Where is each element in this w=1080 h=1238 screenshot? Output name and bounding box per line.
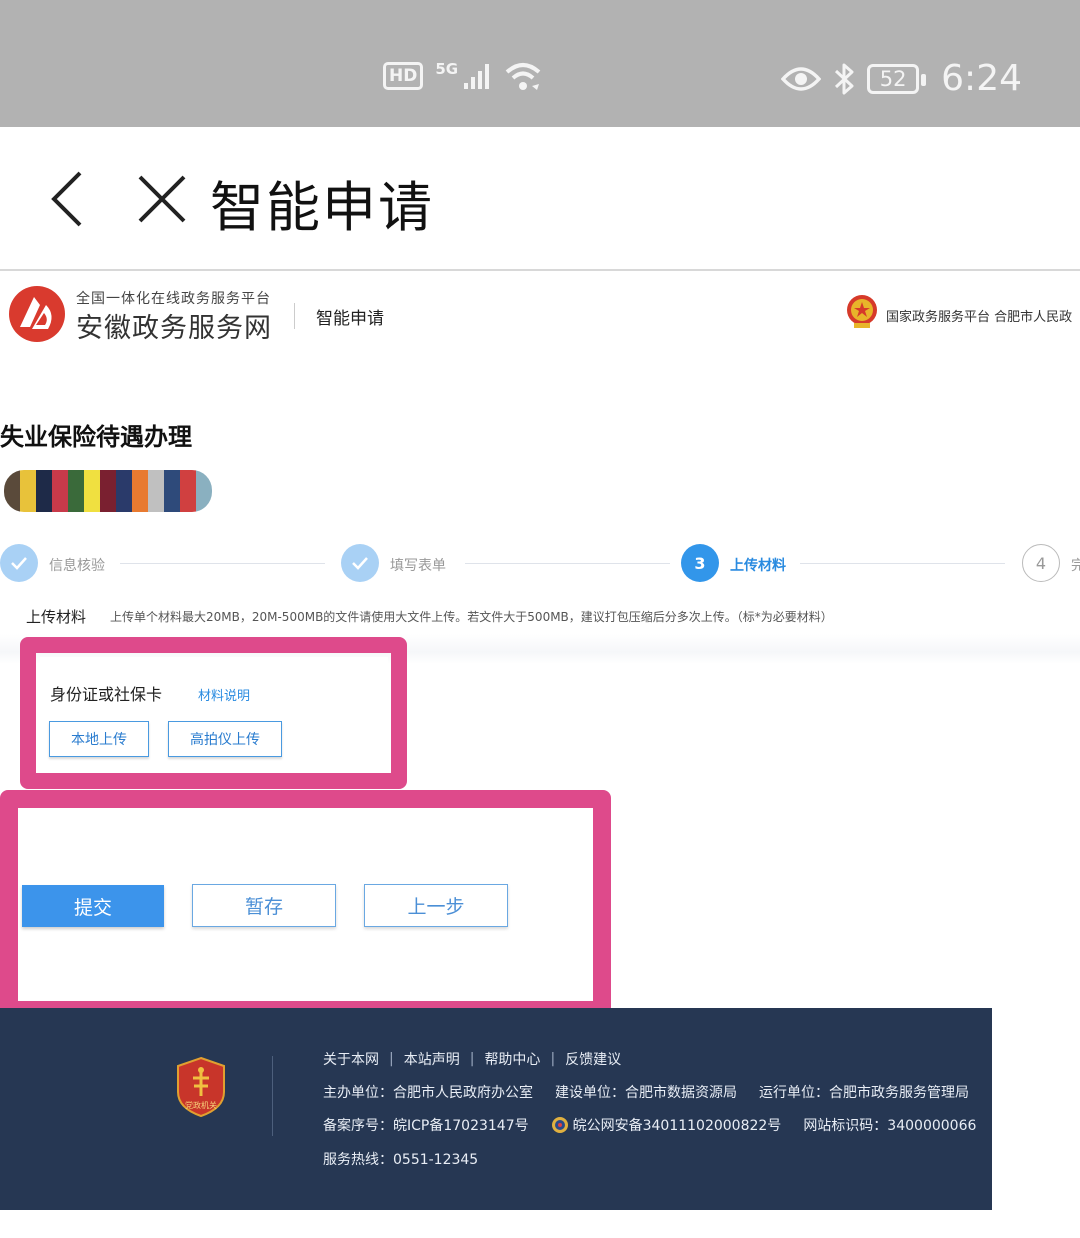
local-upload-button[interactable]: 本地上传: [49, 721, 149, 757]
step-connector: [465, 563, 670, 564]
redaction-block: [4, 470, 20, 512]
footer-host: 主办单位：合肥市人民政府办公室: [323, 1085, 533, 1101]
step-3-number: 3: [681, 544, 719, 582]
back-icon[interactable]: [44, 167, 88, 231]
footer-link-help[interactable]: 帮助中心: [484, 1049, 540, 1069]
eye-icon: [781, 66, 822, 91]
footer-hotline-row: 服务热线：0551-12345: [323, 1149, 478, 1169]
footer-separator: |: [550, 1051, 556, 1067]
logo-subtitle: 全国一体化在线政务服务平台: [76, 291, 271, 307]
material-name: 身份证或社保卡: [50, 685, 163, 704]
redaction-block: [148, 470, 164, 512]
step-2-label: 填写表单: [390, 558, 446, 574]
bluetooth-icon: [835, 63, 854, 94]
header-divider: [294, 303, 295, 329]
footer-link-feedback[interactable]: 反馈建议: [565, 1049, 621, 1069]
status-left: HD 5G: [383, 60, 542, 92]
redaction-block: [196, 470, 212, 512]
footer-links: 关于本网 | 本站声明 | 帮助中心 | 反馈建议: [323, 1049, 621, 1069]
upload-hint: 上传单个材料最大20MB，20M-500MB的文件请使用大文件上传。若文件大于5…: [110, 610, 833, 624]
national-emblem-icon: [847, 295, 877, 328]
redaction-block: [132, 470, 148, 512]
footer-builder: 建设单位：合肥市数据资源局: [555, 1085, 737, 1101]
app-nav-bar: 智能申请: [0, 127, 1080, 271]
footer-hotline: 服务热线：0551-12345: [323, 1152, 479, 1168]
status-bar: HD 5G 52 6:24: [0, 0, 1080, 127]
footer-divider: [272, 1056, 273, 1136]
scanner-upload-button[interactable]: 高拍仪上传: [168, 721, 282, 757]
save-draft-button[interactable]: 暂存: [192, 884, 336, 927]
step-2-check-icon: [341, 544, 379, 582]
redaction-block: [180, 470, 196, 512]
redaction-block: [164, 470, 180, 512]
wifi-icon: [505, 63, 541, 90]
hd-icon: HD: [383, 62, 424, 90]
submit-button[interactable]: 提交: [22, 885, 164, 927]
footer-link-about[interactable]: 关于本网: [323, 1049, 379, 1069]
footer-separator: |: [389, 1051, 394, 1067]
footer-site-code: 网站标识码：3400000066: [803, 1118, 977, 1134]
redaction-block: [100, 470, 116, 512]
national-platform-link[interactable]: 国家政务服务平台 合肥市人民政: [886, 306, 1080, 325]
previous-step-button[interactable]: 上一步: [364, 884, 508, 927]
redaction-block: [20, 470, 36, 512]
footer-link-statement[interactable]: 本站声明: [404, 1049, 460, 1069]
site-footer: 党政机关 关于本网 | 本站声明 | 帮助中心 | 反馈建议 主办单位：合肥市人…: [0, 1008, 992, 1210]
material-card: 身份证或社保卡 材料说明 本地上传 高拍仪上传: [40, 657, 388, 771]
footer-operator: 运行单位：合肥市政务服务管理局: [759, 1085, 969, 1101]
footer-police-record[interactable]: 皖公网安备34011102000822号: [573, 1115, 782, 1135]
material-description-link[interactable]: 材料说明: [198, 685, 250, 704]
redaction-block: [36, 470, 52, 512]
step-1-check-icon: [0, 544, 38, 582]
step-connector: [120, 563, 325, 564]
anhui-logo-icon[interactable]: [8, 285, 66, 343]
party-government-badge-icon[interactable]: 党政机关: [174, 1056, 228, 1118]
status-right: 52 6:24: [781, 58, 1022, 99]
redaction-block: [52, 470, 68, 512]
redacted-applicant-name: [4, 470, 212, 512]
network-type: 5G: [435, 60, 459, 78]
step-3-label: 上传材料: [730, 558, 786, 574]
redaction-block: [84, 470, 100, 512]
footer-separator: |: [469, 1051, 475, 1067]
footer-registration: 备案序号：皖ICP备17023147号 皖公网安备34011102000822号…: [323, 1115, 976, 1135]
redaction-block: [68, 470, 84, 512]
footer-org-info: 主办单位：合肥市人民政府办公室 建设单位：合肥市数据资源局 运行单位：合肥市政务…: [323, 1082, 969, 1102]
step-connector: [800, 563, 1005, 564]
site-header: 全国一体化在线政务服务平台 安徽政务服务网 智能申请 国家政务服务平台 合肥市人…: [0, 273, 1080, 359]
footer-icp[interactable]: 备案序号：皖ICP备17023147号: [323, 1115, 529, 1135]
badge-text: 党政机关: [185, 1100, 217, 1110]
clock: 6:24: [941, 58, 1022, 99]
step-4-label: 完: [1071, 558, 1080, 574]
app-title: 智能申请: [210, 176, 434, 239]
page-title: 失业保险待遇办理: [0, 423, 192, 451]
step-1-label: 信息核验: [49, 558, 105, 574]
redaction-block: [116, 470, 132, 512]
close-icon[interactable]: [134, 171, 190, 227]
step-progress: 信息核验 填写表单 3 上传材料 4 完: [0, 542, 1080, 586]
step-4-number: 4: [1022, 544, 1060, 582]
police-badge-icon: [551, 1117, 568, 1133]
logo-title[interactable]: 安徽政务服务网: [76, 306, 272, 345]
upload-section-label: 上传材料: [26, 608, 87, 626]
header-section-title: 智能申请: [316, 309, 384, 329]
battery-icon: 52: [867, 63, 927, 94]
signal-icon: [464, 64, 490, 89]
